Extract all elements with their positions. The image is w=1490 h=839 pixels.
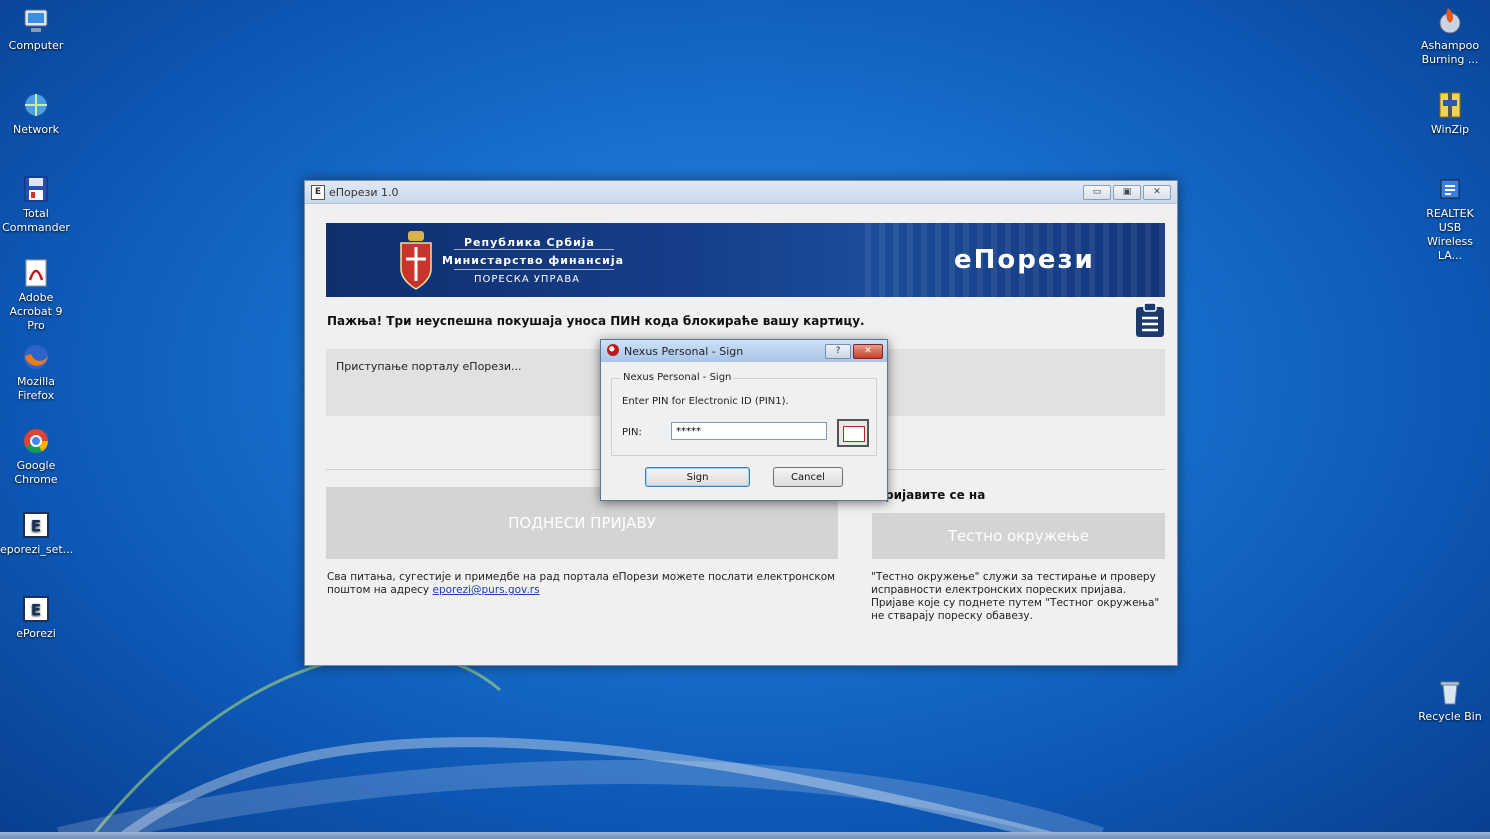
test-env-info: "Тестно окружење" служи за тестирање и п…	[871, 571, 1160, 622]
chrome-icon	[24, 429, 49, 454]
nexus-sign-dialog: Nexus Personal - Sign ? ✕ Nexus Personal…	[600, 339, 888, 501]
firefox-icon	[24, 345, 48, 369]
test-environment-button[interactable]: Тестно окружење	[872, 513, 1165, 559]
desktop-icon-label: Adobe Acrobat 9 Pro	[9, 291, 63, 332]
desktop-icon-eporezi-setup[interactable]: E eporezi_set...	[0, 510, 74, 557]
desktop-icon-network[interactable]: Network	[0, 90, 72, 137]
smart-card-button[interactable]	[837, 419, 869, 447]
recycle-bin-icon	[1440, 681, 1460, 705]
banner-divider	[454, 269, 614, 270]
network-icon	[24, 93, 48, 117]
dialog-title: Nexus Personal - Sign	[624, 345, 744, 358]
desktop-icon-chrome[interactable]: Google Chrome	[0, 426, 72, 487]
desktop-icon-label: eporezi_set...	[0, 543, 74, 556]
pdf-icon	[25, 259, 47, 287]
desktop-icon-label: Computer	[8, 39, 64, 52]
svg-text:E: E	[31, 517, 41, 535]
sign-button[interactable]: Sign	[645, 467, 750, 487]
smart-card-icon	[843, 426, 865, 442]
desktop-icon-total-commander[interactable]: Total Commander	[0, 174, 72, 235]
eporezi-icon: E	[23, 596, 49, 622]
email-link[interactable]: eporezi@purs.gov.rs	[432, 584, 539, 596]
cancel-button[interactable]: Cancel	[773, 467, 843, 487]
desktop-icon-ashampoo[interactable]: Ashampoo Burning ...	[1414, 6, 1486, 67]
status-text: Приступање порталу еПорези...	[336, 360, 522, 373]
contact-info: Сва питања, сугестије и примедбе на рад …	[327, 571, 837, 597]
desktop-icon-firefox[interactable]: Mozilla Firefox	[0, 342, 72, 403]
pin-label: PIN:	[622, 427, 642, 438]
desktop-icon-label: ePorezi	[16, 627, 56, 640]
desktop-icon-computer[interactable]: Computer	[0, 6, 72, 53]
window-titlebar[interactable]: E еПорези 1.0 ▭ ▣ ✕	[305, 181, 1177, 204]
register-label: ријавите се на	[885, 488, 986, 502]
banner-tax-admin: ПОРЕСКА УПРАВА	[474, 274, 581, 285]
minimize-button[interactable]: ▭	[1083, 185, 1111, 200]
desktop-icon-label: Mozilla Firefox	[17, 375, 55, 402]
pin-instruction: Enter PIN for Electronic ID (PIN1).	[622, 396, 789, 407]
banner-brand: еПорези	[954, 245, 1095, 275]
desktop-icon-adobe-acrobat[interactable]: Adobe Acrobat 9 Pro	[0, 258, 72, 333]
window-title: еПорези 1.0	[329, 186, 399, 199]
contact-text: Сва питања, сугестије и примедбе на рад …	[327, 571, 836, 596]
pin-input[interactable]	[671, 422, 827, 440]
svg-text:E: E	[31, 601, 41, 619]
dialog-close-button[interactable]: ✕	[853, 344, 883, 359]
banner-divider	[454, 249, 614, 250]
network-adapter-icon	[1440, 179, 1460, 199]
clipboard-icon[interactable]	[1134, 302, 1166, 338]
eporezi-app-icon: E	[311, 185, 325, 200]
desktop-icon-winzip[interactable]: WinZip	[1414, 90, 1486, 137]
banner-republic: Република Србија	[464, 236, 595, 249]
eporezi-icon: E	[23, 512, 49, 538]
taskbar[interactable]	[0, 832, 1490, 839]
desktop-icon-label: WinZip	[1430, 123, 1470, 136]
dialog-titlebar[interactable]: Nexus Personal - Sign ? ✕	[601, 340, 887, 362]
desktop-icon-label: Total Commander	[2, 207, 70, 234]
desktop-icon-label: Google Chrome	[14, 459, 58, 486]
desktop-icon-label: REALTEK USB Wireless LA...	[1426, 207, 1474, 262]
help-button[interactable]: ?	[825, 344, 851, 359]
maximize-button[interactable]: ▣	[1113, 185, 1141, 200]
floppy-icon	[24, 176, 48, 202]
close-button[interactable]: ✕	[1143, 185, 1171, 200]
banner-ministry: Министарство финансија	[442, 254, 625, 267]
desktop-icon-label: Recycle Bin	[1418, 710, 1482, 723]
burning-icon	[1439, 8, 1461, 34]
pin-warning: Пажња! Три неуспешна покушаја уноса ПИН …	[327, 314, 865, 328]
nexus-icon	[607, 344, 619, 356]
desktop-icon-label: Ashampoo Burning ...	[1420, 39, 1480, 66]
desktop-icon-label: Network	[13, 123, 59, 136]
group-label: Nexus Personal - Sign	[621, 372, 734, 383]
header-banner: Република Србија Министарство финансија …	[326, 223, 1165, 297]
coat-of-arms-icon	[400, 231, 432, 290]
computer-icon	[24, 9, 48, 32]
desktop-icon-eporezi[interactable]: E ePorezi	[0, 594, 72, 641]
desktop-icon-realtek[interactable]: REALTEK USB Wireless LA...	[1414, 174, 1486, 263]
desktop-icon-recycle-bin[interactable]: Recycle Bin	[1414, 677, 1486, 724]
winzip-icon	[1439, 92, 1461, 118]
